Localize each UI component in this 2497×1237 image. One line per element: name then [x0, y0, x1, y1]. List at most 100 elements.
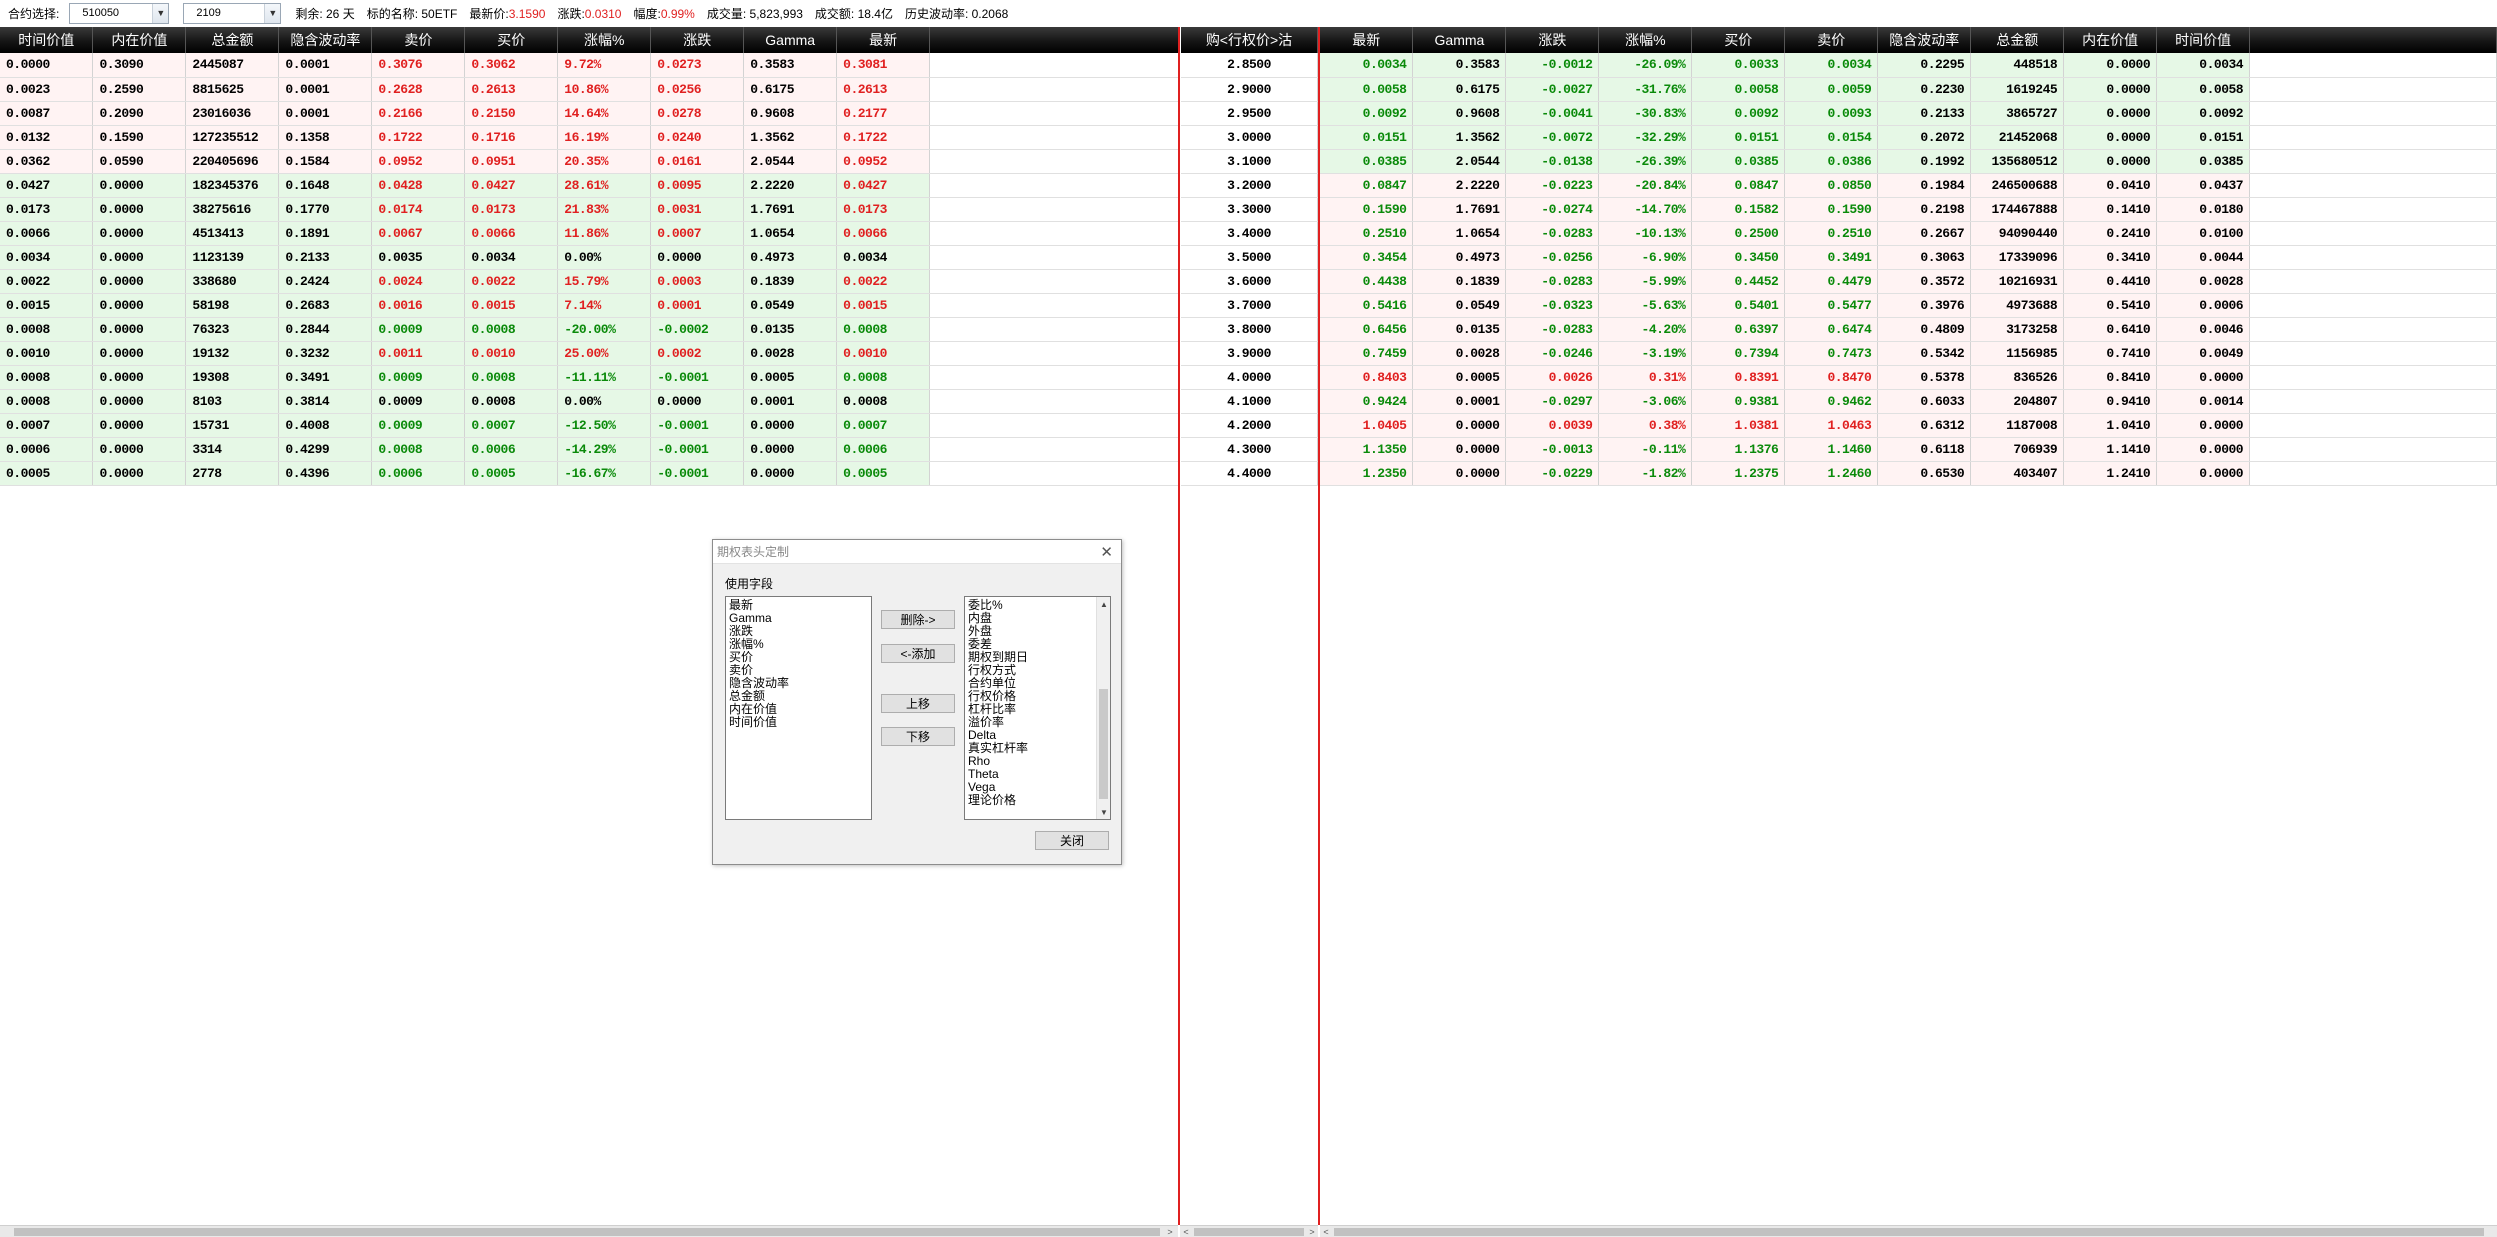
put-row[interactable]: 0.0385 2.0544 -0.0138 -26.39% 0.0385 0.0386 0.…	[1320, 149, 2497, 174]
put-row[interactable]: 0.0847 2.2220 -0.0223 -20.84% 0.0847 0.0850 0.…	[1320, 173, 2497, 198]
add-button[interactable]: <-添加	[881, 644, 955, 663]
call-row[interactable]: 0.0007 0.0000 15731 0.4008 0.0009 0.0007 -12.5…	[0, 413, 1179, 438]
put-row[interactable]: 0.3454 0.4973 -0.0256 -6.90% 0.3450 0.3491 0.3…	[1320, 245, 2497, 270]
month-combo[interactable]: 2109 ▼	[183, 3, 282, 24]
strike-header[interactable]: 购<行权价>沽	[1181, 27, 1318, 53]
scroll-up-icon[interactable]: ▲	[1097, 597, 1110, 611]
call-column-header[interactable]: 总金额	[185, 27, 280, 53]
call-row[interactable]: 0.0022 0.0000 338680 0.2424 0.0024 0.0022 15.7…	[0, 269, 1179, 294]
call-column-header[interactable]: 卖价	[371, 27, 466, 53]
call-row[interactable]: 0.0173 0.0000 38275616 0.1770 0.0174 0.0173 21…	[0, 197, 1179, 222]
put-column-header[interactable]: 涨幅%	[1598, 27, 1693, 53]
remove-button[interactable]: 删除->	[881, 610, 955, 629]
put-column-header[interactable]: 涨跌	[1505, 27, 1600, 53]
put-column-header[interactable]: 内在价值	[2063, 27, 2158, 53]
put-hscroll-thumb[interactable]	[1334, 1228, 2484, 1236]
put-hscroll[interactable]: <	[1320, 1225, 2497, 1237]
put-row[interactable]: 0.0058 0.6175 -0.0027 -31.76% 0.0058 0.0059 0.…	[1320, 77, 2497, 102]
call-column-header[interactable]: 涨跌	[650, 27, 745, 53]
strike-row[interactable]: 3.9000	[1181, 341, 1318, 366]
strike-hscroll[interactable]: < >	[1180, 1225, 1318, 1237]
available-fields-scrollbar[interactable]: ▲ ▼	[1096, 597, 1110, 819]
call-row[interactable]: 0.0000 0.3090 2445087 0.0001 0.3076 0.3062 9.7…	[0, 53, 1179, 78]
strike-row[interactable]: 3.2000	[1181, 173, 1318, 198]
used-field-item[interactable]: 时间价值	[729, 716, 868, 729]
call-row[interactable]: 0.0015 0.0000 58198 0.2683 0.0016 0.0015 7.14%…	[0, 293, 1179, 318]
scroll-left-icon[interactable]: <	[1320, 1226, 1332, 1237]
put-column-header[interactable]: 买价	[1691, 27, 1786, 53]
call-column-header[interactable]: 时间价值	[0, 27, 94, 53]
used-fields-list[interactable]: 最新 Gamma 涨跌 涨幅% 买价 卖价 隐含波动率 总金额 内在价值 时间价值	[725, 596, 872, 820]
left-divider[interactable]	[1178, 27, 1180, 1225]
strike-row[interactable]: 4.2000	[1181, 413, 1318, 438]
strike-row[interactable]: 3.4000	[1181, 221, 1318, 246]
call-row[interactable]: 0.0006 0.0000 3314 0.4299 0.0008 0.0006 -14.29…	[0, 437, 1179, 462]
call-row[interactable]: 0.0066 0.0000 4513413 0.1891 0.0067 0.0066 11.…	[0, 221, 1179, 246]
available-field-item[interactable]: 理论价格	[968, 794, 1094, 807]
call-row[interactable]: 0.0132 0.1590 127235512 0.1358 0.1722 0.1716 1…	[0, 125, 1179, 150]
put-column-header[interactable]: 卖价	[1784, 27, 1879, 53]
put-row[interactable]: 0.8403 0.0005 0.0026 0.31% 0.8391 0.8470 0.537…	[1320, 365, 2497, 390]
strike-row[interactable]: 2.8500	[1181, 53, 1318, 78]
strike-row[interactable]: 2.9000	[1181, 77, 1318, 102]
put-column-header[interactable]: 隐含波动率	[1877, 27, 1972, 53]
put-row[interactable]: 0.0092 0.9608 -0.0041 -30.83% 0.0092 0.0093 0.…	[1320, 101, 2497, 126]
call-column-header[interactable]: 涨幅%	[557, 27, 652, 53]
scroll-down-icon[interactable]: ▼	[1097, 805, 1110, 819]
scroll-left-icon[interactable]: <	[1180, 1226, 1192, 1237]
move-up-button[interactable]: 上移	[881, 694, 955, 713]
call-row[interactable]: 0.0008 0.0000 19308 0.3491 0.0009 0.0008 -11.1…	[0, 365, 1179, 390]
close-button[interactable]: 关闭	[1035, 831, 1109, 850]
put-column-header[interactable]: Gamma	[1412, 27, 1507, 53]
strike-row[interactable]: 3.8000	[1181, 317, 1318, 342]
put-row[interactable]: 1.1350 0.0000 -0.0013 -0.11% 1.1376 1.1460 0.6…	[1320, 437, 2497, 462]
strike-row[interactable]: 3.7000	[1181, 293, 1318, 318]
put-row[interactable]: 0.5416 0.0549 -0.0323 -5.63% 0.5401 0.5477 0.3…	[1320, 293, 2497, 318]
put-row[interactable]: 1.0405 0.0000 0.0039 0.38% 1.0381 1.0463 0.631…	[1320, 413, 2497, 438]
available-fields-list[interactable]: 委比% 内盘 外盘 委差 期权到期日 行权方式 合约单位 行权价格 杠杆比率 溢价率 Delta 真实…	[964, 596, 1111, 820]
call-row[interactable]: 0.0008 0.0000 8103 0.3814 0.0009 0.0008 0.00% 0…	[0, 389, 1179, 414]
strike-row[interactable]: 3.3000	[1181, 197, 1318, 222]
put-row[interactable]: 1.2350 0.0000 -0.0229 -1.82% 1.2375 1.2460 0.6…	[1320, 461, 2497, 486]
available-fields-scroll-thumb[interactable]	[1099, 689, 1108, 799]
close-icon[interactable]: ✕	[1100, 543, 1113, 561]
put-row[interactable]: 0.0034 0.3583 -0.0012 -26.09% 0.0033 0.0034 0.…	[1320, 53, 2497, 78]
move-down-button[interactable]: 下移	[881, 727, 955, 746]
call-column-header[interactable]: 最新	[836, 27, 931, 53]
strike-row[interactable]: 3.5000	[1181, 245, 1318, 270]
strike-row[interactable]: 3.6000	[1181, 269, 1318, 294]
call-column-header[interactable]: 买价	[464, 27, 559, 53]
dialog-titlebar[interactable]: 期权表头定制	[713, 540, 1121, 564]
right-divider[interactable]	[1318, 27, 1320, 1225]
underlying-combo[interactable]: 510050 ▼	[69, 3, 170, 24]
scroll-right-icon[interactable]: >	[1306, 1226, 1318, 1237]
call-hscroll[interactable]: >	[0, 1225, 1178, 1237]
call-row[interactable]: 0.0087 0.2090 23016036 0.0001 0.2166 0.2150 14…	[0, 101, 1179, 126]
strike-hscroll-thumb[interactable]	[1194, 1228, 1304, 1236]
put-column-header[interactable]: 时间价值	[2156, 27, 2251, 53]
put-row[interactable]: 0.6456 0.0135 -0.0283 -4.20% 0.6397 0.6474 0.4…	[1320, 317, 2497, 342]
strike-row[interactable]: 4.3000	[1181, 437, 1318, 462]
chevron-down-icon[interactable]: ▼	[152, 4, 169, 23]
put-row[interactable]: 0.1590 1.7691 -0.0274 -14.70% 0.1582 0.1590 0.…	[1320, 197, 2497, 222]
call-row[interactable]: 0.0005 0.0000 2778 0.4396 0.0006 0.0005 -16.67…	[0, 461, 1179, 486]
call-row[interactable]: 0.0362 0.0590 220405696 0.1584 0.0952 0.0951 2…	[0, 149, 1179, 174]
put-row[interactable]: 0.7459 0.0028 -0.0246 -3.19% 0.7394 0.7473 0.5…	[1320, 341, 2497, 366]
put-column-header[interactable]: 最新	[1320, 27, 1414, 53]
strike-row[interactable]: 4.4000	[1181, 461, 1318, 486]
call-row[interactable]: 0.0427 0.0000 182345376 0.1648 0.0428 0.0427 2…	[0, 173, 1179, 198]
strike-row[interactable]: 3.1000	[1181, 149, 1318, 174]
put-row[interactable]: 0.9424 0.0001 -0.0297 -3.06% 0.9381 0.9462 0.6…	[1320, 389, 2497, 414]
strike-row[interactable]: 4.0000	[1181, 365, 1318, 390]
call-column-header[interactable]: Gamma	[743, 27, 838, 53]
call-row[interactable]: 0.0023 0.2590 8815625 0.0001 0.2628 0.2613 10.…	[0, 77, 1179, 102]
strike-row[interactable]: 3.0000	[1181, 125, 1318, 150]
call-column-header[interactable]: 隐含波动率	[278, 27, 373, 53]
call-row[interactable]: 0.0008 0.0000 76323 0.2844 0.0009 0.0008 -20.0…	[0, 317, 1179, 342]
chevron-down-icon[interactable]: ▼	[264, 4, 281, 23]
call-column-header[interactable]: 内在价值	[92, 27, 187, 53]
call-row[interactable]: 0.0034 0.0000 1123139 0.2133 0.0035 0.0034 0.0…	[0, 245, 1179, 270]
strike-row[interactable]: 2.9500	[1181, 101, 1318, 126]
put-row[interactable]: 0.0151 1.3562 -0.0072 -32.29% 0.0151 0.0154 0.…	[1320, 125, 2497, 150]
put-row[interactable]: 0.4438 0.1839 -0.0283 -5.99% 0.4452 0.4479 0.3…	[1320, 269, 2497, 294]
